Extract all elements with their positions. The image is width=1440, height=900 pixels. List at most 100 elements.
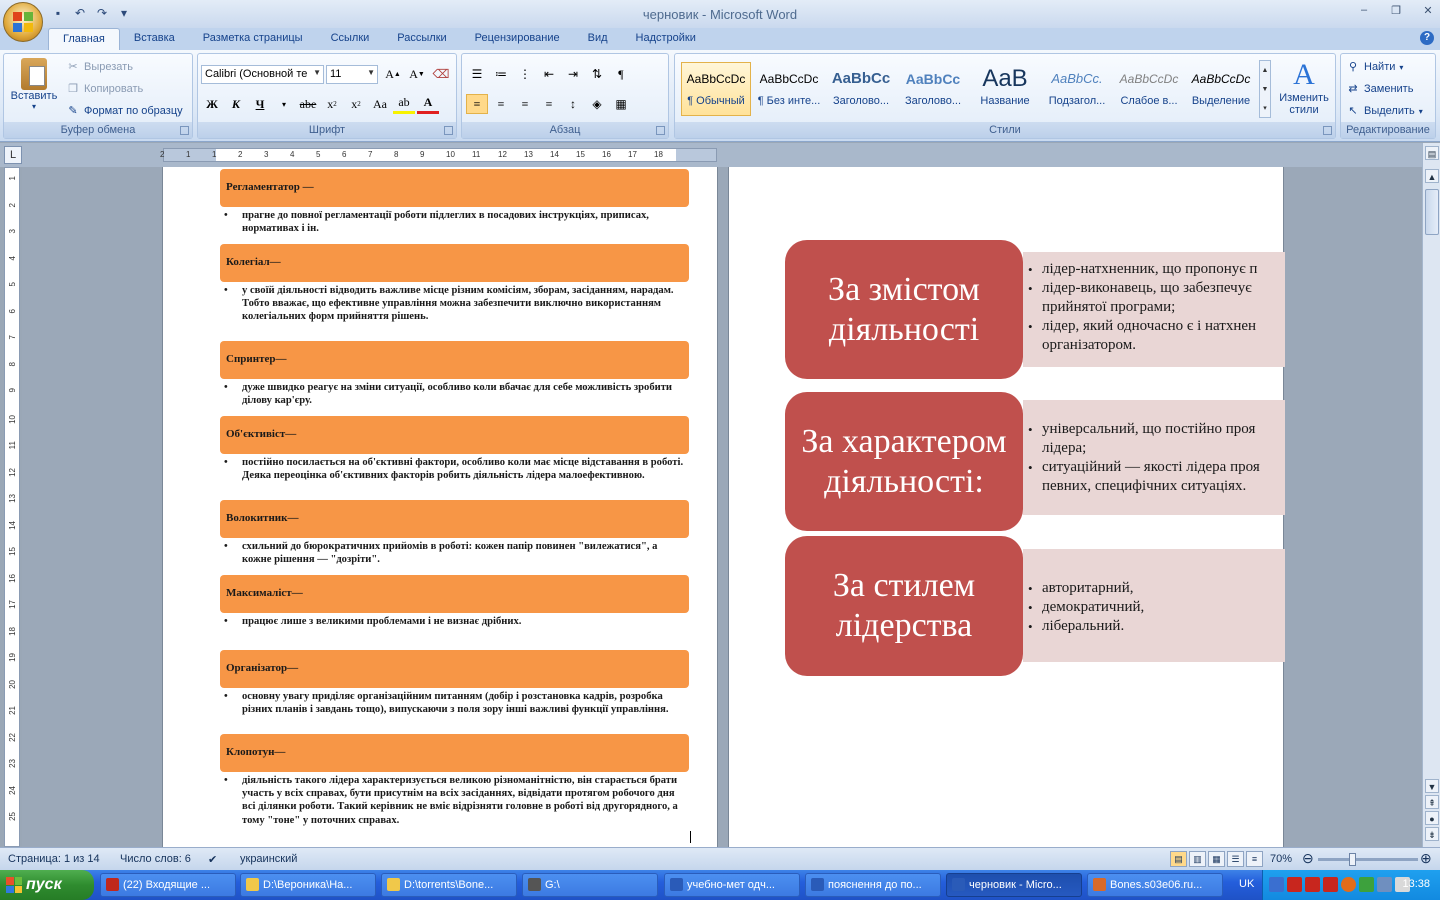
- start-button[interactable]: пуск: [0, 870, 94, 900]
- tab-review[interactable]: Рецензирование: [461, 28, 574, 50]
- font-size-combo[interactable]: 11 ▼: [326, 65, 378, 84]
- select-button[interactable]: ↖ Выделить ▾: [1346, 104, 1422, 118]
- sort-icon[interactable]: ⇅: [586, 64, 608, 84]
- superscript-icon[interactable]: x2: [345, 94, 367, 114]
- tab-page-layout[interactable]: Разметка страницы: [189, 28, 317, 50]
- style-subtitle[interactable]: AaBbCc. Подзагол...: [1042, 62, 1112, 116]
- shading-icon[interactable]: ◈: [586, 94, 608, 114]
- subscript-icon[interactable]: x2: [321, 94, 343, 114]
- cut-button[interactable]: ✂ Вырезать: [66, 60, 133, 74]
- zoom-in-icon[interactable]: ⊕: [1420, 850, 1432, 867]
- previous-page-icon[interactable]: ⇞: [1425, 795, 1439, 809]
- print-layout-icon[interactable]: ▤: [1170, 851, 1187, 867]
- italic-icon[interactable]: К: [225, 94, 247, 114]
- close-button[interactable]: ✕: [1420, 4, 1436, 17]
- page-count[interactable]: Страница: 1 из 14: [8, 853, 100, 865]
- change-case-icon[interactable]: Aa: [369, 94, 391, 114]
- decrease-indent-icon[interactable]: ⇤: [538, 64, 560, 84]
- style-normal[interactable]: AaBbCcDc ¶ Обычный: [681, 62, 751, 116]
- tab-mailings[interactable]: Рассылки: [383, 28, 460, 50]
- increase-indent-icon[interactable]: ⇥: [562, 64, 584, 84]
- word-count[interactable]: Число слов: 6: [120, 853, 191, 865]
- tab-addins[interactable]: Надстройки: [622, 28, 710, 50]
- tab-view[interactable]: Вид: [574, 28, 622, 50]
- network-icon[interactable]: [1269, 877, 1284, 892]
- scroll-down-icon[interactable]: ▼: [1425, 779, 1439, 793]
- paragraph-launcher-icon[interactable]: [656, 126, 665, 135]
- align-right-icon[interactable]: ≡: [514, 94, 536, 114]
- align-center-icon[interactable]: ≡: [490, 94, 512, 114]
- taskbar-button[interactable]: (22) Входящие ...: [100, 873, 236, 897]
- style-heading-2[interactable]: AaBbCc Заголово...: [898, 62, 968, 116]
- tray-app-icon[interactable]: [1359, 877, 1374, 892]
- tab-home[interactable]: Главная: [48, 28, 120, 50]
- browse-object-icon[interactable]: ●: [1425, 811, 1439, 825]
- outline-icon[interactable]: ☰: [1227, 851, 1244, 867]
- underline-dropdown-icon[interactable]: ▾: [273, 94, 295, 114]
- scroll-up-icon[interactable]: ▲: [1425, 169, 1439, 183]
- underline-icon[interactable]: Ч: [249, 94, 271, 114]
- styles-launcher-icon[interactable]: [1323, 126, 1332, 135]
- safely-remove-icon[interactable]: [1377, 877, 1392, 892]
- page-right[interactable]: лідер-натхненник, що пропонує плідер-вик…: [728, 167, 1285, 847]
- bullets-icon[interactable]: ☰: [466, 64, 488, 84]
- show-marks-icon[interactable]: ¶: [610, 64, 632, 84]
- replace-button[interactable]: ⇄ Заменить: [1346, 82, 1413, 96]
- zoom-slider-thumb[interactable]: [1349, 853, 1356, 866]
- styles-gallery-scroll[interactable]: ▲ ▼ ▾: [1259, 60, 1271, 118]
- tab-insert[interactable]: Вставка: [120, 28, 189, 50]
- bold-icon[interactable]: Ж: [201, 94, 223, 114]
- taskbar-button[interactable]: пояснення до по...: [805, 873, 941, 897]
- style-no-spacing[interactable]: AaBbCcDc ¶ Без инте...: [754, 62, 824, 116]
- taskbar-button[interactable]: Bones.s03e06.ru...: [1087, 873, 1223, 897]
- page-left[interactable]: Регламентатор — • прагне до повної регламе…: [162, 167, 718, 847]
- multilevel-list-icon[interactable]: ⋮: [514, 64, 536, 84]
- style-heading-1[interactable]: AaBbCc Заголово...: [826, 62, 896, 116]
- horizontal-ruler[interactable]: 2 1 1 2 3 4 5 6 7 8 9 10 11 12 13 14 15 16 17 18: [160, 148, 717, 162]
- numbering-icon[interactable]: ≔: [490, 64, 512, 84]
- draft-icon[interactable]: ≡: [1246, 851, 1263, 867]
- taskbar-button[interactable]: G:\: [522, 873, 658, 897]
- language-indicator[interactable]: UK: [1239, 878, 1254, 890]
- justify-icon[interactable]: ≡: [538, 94, 560, 114]
- zoom-slider[interactable]: [1318, 858, 1418, 861]
- next-page-icon[interactable]: ⇟: [1425, 827, 1439, 841]
- tray-app-icon[interactable]: [1287, 877, 1302, 892]
- strikethrough-icon[interactable]: abe: [297, 94, 319, 114]
- grow-font-icon[interactable]: A ▲: [382, 64, 404, 84]
- find-button[interactable]: ⚲ Найти ▾: [1346, 60, 1403, 74]
- browser-icon[interactable]: [1341, 877, 1356, 892]
- zoom-level[interactable]: 70%: [1270, 853, 1292, 865]
- line-spacing-icon[interactable]: ↕: [562, 94, 584, 114]
- help-icon[interactable]: ?: [1420, 31, 1434, 45]
- scroll-thumb[interactable]: [1425, 189, 1439, 235]
- font-family-combo[interactable]: Calibri (Основной те ▼: [201, 65, 324, 84]
- shrink-font-icon[interactable]: A ▼: [406, 64, 428, 84]
- highlight-icon[interactable]: ab: [393, 94, 415, 114]
- taskbar-button[interactable]: черновик - Micro...: [946, 873, 1082, 897]
- style-subtle-emphasis[interactable]: AaBbCcDc Слабое в...: [1114, 62, 1184, 116]
- style-emphasis[interactable]: AaBbCcDc Выделение: [1186, 62, 1256, 116]
- clipboard-launcher-icon[interactable]: [180, 126, 189, 135]
- taskbar-button[interactable]: D:\torrents\Bone...: [381, 873, 517, 897]
- format-painter-button[interactable]: ✎ Формат по образцу: [66, 104, 182, 118]
- ruler-toggle-icon[interactable]: ▤: [1425, 146, 1439, 160]
- font-launcher-icon[interactable]: [444, 126, 453, 135]
- taskbar-button[interactable]: D:\Вероника\На...: [240, 873, 376, 897]
- tray-app-icon[interactable]: [1305, 877, 1320, 892]
- tab-selector[interactable]: L: [4, 146, 22, 164]
- full-screen-icon[interactable]: ▥: [1189, 851, 1206, 867]
- font-color-icon[interactable]: A: [417, 94, 439, 114]
- language[interactable]: украинский: [240, 853, 297, 865]
- proofing-icon[interactable]: ✔: [208, 853, 217, 866]
- office-button[interactable]: [3, 2, 43, 42]
- paste-dropdown-icon[interactable]: ▾: [8, 102, 60, 111]
- align-left-icon[interactable]: ≡: [466, 94, 488, 114]
- minimize-button[interactable]: –: [1356, 4, 1372, 17]
- paste-button[interactable]: Вставить ▾: [8, 58, 60, 111]
- copy-button[interactable]: ❐ Копировать: [66, 82, 143, 96]
- taskbar-button[interactable]: учебно-мет одч...: [664, 873, 800, 897]
- tray-app-icon[interactable]: [1323, 877, 1338, 892]
- vertical-scrollbar[interactable]: ▤ ▲ ▼ ⇞ ● ⇟: [1422, 143, 1440, 847]
- zoom-out-icon[interactable]: ⊖: [1302, 850, 1314, 867]
